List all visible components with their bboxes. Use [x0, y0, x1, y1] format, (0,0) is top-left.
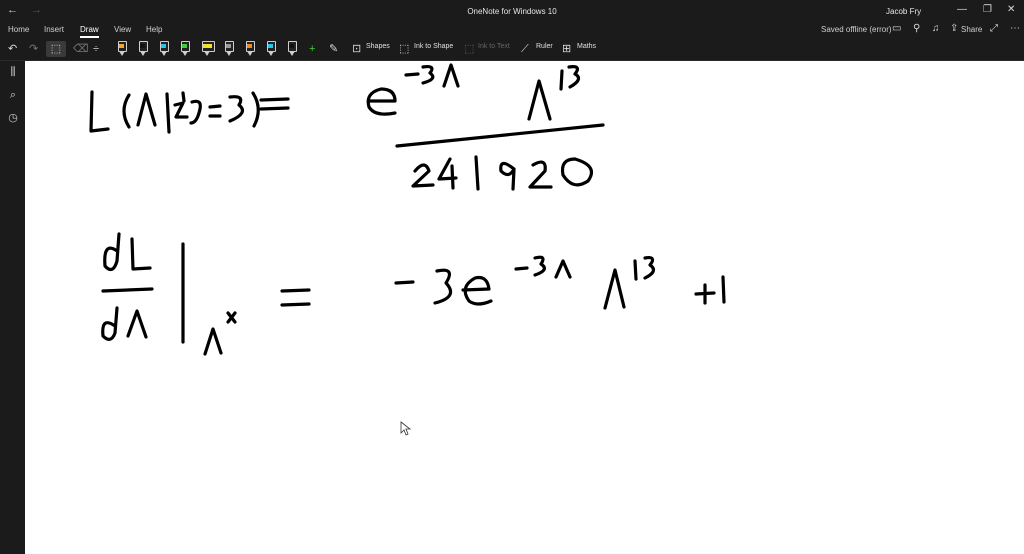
recent-icon[interactable]: ◷: [7, 112, 19, 124]
ruler-icon[interactable]: ⟋: [521, 41, 529, 57]
lasso-select-icon[interactable]: ⬚: [46, 41, 66, 57]
lightbulb-icon[interactable]: ⚲: [913, 23, 920, 34]
add-space-icon[interactable]: ÷: [93, 41, 99, 57]
user-name[interactable]: Jacob Fry: [886, 7, 921, 16]
bell-icon[interactable]: ♫: [932, 23, 940, 34]
share-icon[interactable]: ⇪: [950, 23, 958, 34]
pen-cyan[interactable]: [159, 41, 169, 57]
close-button[interactable]: ✕: [1007, 4, 1015, 15]
search-icon[interactable]: ⌕: [7, 89, 19, 101]
notifications-icon[interactable]: ▭: [892, 23, 901, 34]
maths-button[interactable]: Maths: [577, 43, 596, 50]
draw-toolbar: ↶ ↷ ⬚ ⌫ ÷ + ✎ ⊡ Shapes ⬚ Ink to Shape ⬚ …: [0, 38, 1024, 61]
add-pen-icon[interactable]: +: [309, 41, 315, 57]
pen-color-swatch: [247, 44, 252, 48]
pen-color-swatch: [289, 44, 294, 48]
pen-gray[interactable]: [224, 41, 234, 57]
tab-home[interactable]: Home: [8, 25, 29, 34]
pen-color-swatch: [119, 44, 124, 48]
notebooks-icon[interactable]: ⫼: [7, 66, 19, 78]
pen-black-orange[interactable]: [117, 41, 127, 57]
pen-color-swatch: [268, 44, 273, 48]
highlighter-yellow[interactable]: [201, 41, 215, 57]
ink-equation-derivative: [101, 232, 726, 356]
pen-green[interactable]: [180, 41, 190, 57]
maths-icon[interactable]: ⊞: [562, 41, 571, 57]
ink-layer: [89, 63, 726, 436]
left-nav-bar: ⫼ ⌕ ◷: [0, 61, 25, 554]
pen-color-swatch: [203, 44, 212, 48]
tab-help[interactable]: Help: [146, 25, 162, 34]
pen-color-swatch: [226, 44, 231, 48]
pen-color-swatch: [140, 44, 145, 48]
tab-insert[interactable]: Insert: [44, 25, 64, 34]
pen-color-swatch: [182, 44, 187, 48]
eraser-icon[interactable]: ⌫: [73, 41, 89, 57]
undo-icon[interactable]: ↶: [8, 41, 17, 57]
app-title: OneNote for Windows 10: [467, 7, 557, 16]
ink-to-shape-button[interactable]: Ink to Shape: [414, 43, 453, 50]
shapes-icon[interactable]: ⊡: [352, 41, 361, 57]
ribbon-tabs: Home Insert Draw View Help Saved offline…: [0, 22, 1024, 38]
tab-draw[interactable]: Draw: [80, 25, 99, 38]
redo-icon[interactable]: ↷: [29, 41, 38, 57]
minimize-button[interactable]: —: [957, 4, 967, 15]
mouse-cursor: [400, 421, 412, 436]
sync-status[interactable]: Saved offline (error): [821, 25, 892, 34]
pen-orange[interactable]: [245, 41, 255, 57]
ruler-button[interactable]: Ruler: [536, 43, 553, 50]
ink-to-text-icon[interactable]: ⬚: [464, 41, 474, 57]
more-icon[interactable]: ⋯: [1010, 23, 1020, 34]
pen-cyan-2[interactable]: [266, 41, 276, 57]
tab-view[interactable]: View: [114, 25, 131, 34]
ink-to-text-button[interactable]: Ink to Text: [478, 43, 510, 50]
pen-black[interactable]: [138, 41, 148, 57]
pen-settings-icon[interactable]: ✎: [329, 41, 338, 57]
page-canvas[interactable]: [25, 61, 1024, 554]
pen-black-2[interactable]: [287, 41, 297, 57]
maximize-button[interactable]: ❐: [983, 4, 992, 15]
expand-icon[interactable]: ⤢: [990, 23, 998, 34]
title-bar: ← → OneNote for Windows 10 Jacob Fry — ❐…: [0, 0, 1024, 22]
ink-equation-likelihood: [89, 63, 605, 191]
share-button[interactable]: Share: [961, 25, 982, 34]
ink-to-shape-icon[interactable]: ⬚: [399, 41, 409, 57]
pen-color-swatch: [161, 44, 166, 48]
shapes-button[interactable]: Shapes: [366, 43, 390, 50]
